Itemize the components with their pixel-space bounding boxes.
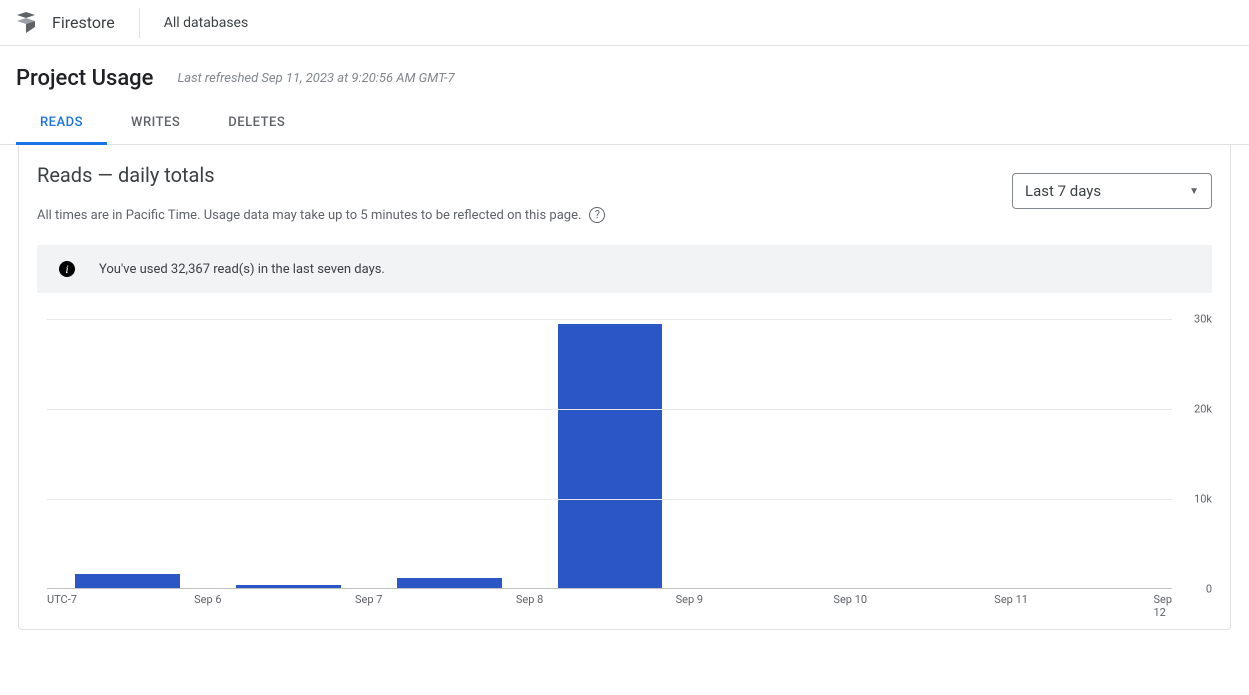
x-tick-label: UTC-7 xyxy=(47,593,77,606)
y-tick-label: 10k xyxy=(1194,493,1212,506)
divider xyxy=(139,8,140,38)
info-icon: i xyxy=(59,261,75,277)
time-range-select[interactable]: Last 7 days ▼ xyxy=(1012,173,1212,209)
bar-sep-5[interactable] xyxy=(75,574,180,588)
heading-row: Project Usage Last refreshed Sep 11, 202… xyxy=(0,46,1249,103)
topbar: Firestore All databases xyxy=(0,0,1249,46)
y-tick-label: 20k xyxy=(1194,403,1212,416)
x-tick-label: Sep 10 xyxy=(833,593,867,606)
help-icon[interactable]: ? xyxy=(589,207,605,223)
tabs: READSWRITESDELETES xyxy=(0,103,1249,145)
chart-title: Reads — daily totals xyxy=(37,163,605,187)
x-tick-label: Sep 9 xyxy=(676,593,703,606)
subnote-row: All times are in Pacific Time. Usage dat… xyxy=(37,207,605,223)
usage-card: Reads — daily totals All times are in Pa… xyxy=(18,145,1231,630)
y-tick-label: 30k xyxy=(1194,313,1212,326)
last-refreshed: Last refreshed Sep 11, 2023 at 9:20:56 A… xyxy=(177,71,454,86)
tab-reads[interactable]: READS xyxy=(16,103,107,145)
y-tick-label: 0 xyxy=(1206,583,1212,596)
gridline xyxy=(47,319,1172,320)
tab-writes[interactable]: WRITES xyxy=(107,103,204,144)
bar-sep-8[interactable] xyxy=(558,324,663,588)
card-header: Reads — daily totals All times are in Pa… xyxy=(37,163,1212,223)
tab-deletes[interactable]: DELETES xyxy=(204,103,309,144)
info-banner-text: You've used 32,367 read(s) in the last s… xyxy=(99,262,385,277)
gridline xyxy=(47,499,1172,500)
bar-sep-6[interactable] xyxy=(236,585,341,588)
database-selector[interactable]: All databases xyxy=(164,15,248,31)
x-tick-label: Sep 6 xyxy=(194,593,221,606)
gridline xyxy=(47,409,1172,410)
x-tick-label: Sep 7 xyxy=(355,593,382,606)
app-name: Firestore xyxy=(52,13,115,32)
subnote: All times are in Pacific Time. Usage dat… xyxy=(37,208,581,223)
x-tick-label: Sep 11 xyxy=(994,593,1028,606)
x-tick-label: Sep 8 xyxy=(516,593,543,606)
time-range-label: Last 7 days xyxy=(1025,182,1101,200)
info-banner: i You've used 32,367 read(s) in the last… xyxy=(37,245,1212,293)
reads-bar-chart: UTC-7Sep 6Sep 7Sep 8Sep 9Sep 10Sep 11Sep… xyxy=(37,319,1212,611)
bar-sep-7[interactable] xyxy=(397,578,502,588)
firestore-logo-icon xyxy=(14,11,38,35)
chevron-down-icon: ▼ xyxy=(1189,186,1199,197)
x-tick-label: Sep 12 xyxy=(1153,593,1172,619)
page-title: Project Usage xyxy=(16,66,153,91)
